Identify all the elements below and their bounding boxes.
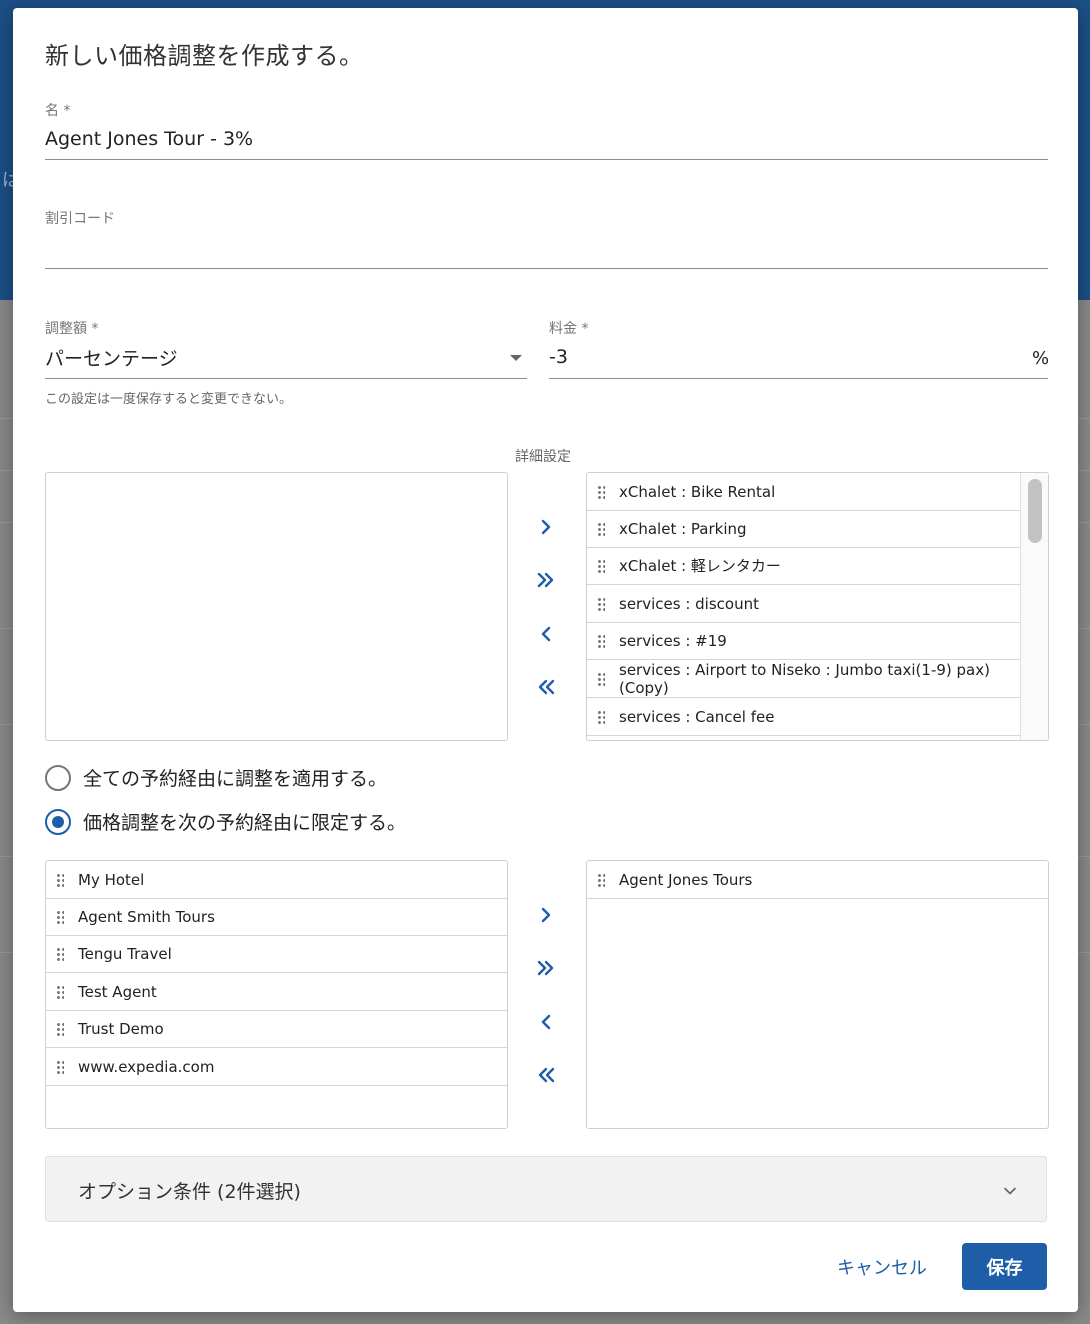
options-accordion-title: オプション条件 (2件選択) [78, 1181, 301, 1203]
radio-apply-all[interactable]: 全ての予約経由に調整を適用する。 [45, 764, 387, 791]
save-button[interactable]: 保存 [962, 1243, 1047, 1290]
list-item[interactable]: xChalet : 軽レンタカー [587, 548, 1020, 585]
list-item[interactable]: xChalet : Bike Rental [587, 473, 1020, 511]
channels-available-list[interactable]: My Hotel Agent Smith Tours Tengu Travel … [45, 860, 508, 1129]
drag-handle-icon[interactable] [597, 634, 605, 648]
list-item[interactable]: services : Airport to Niseko : Jumbo tax… [587, 660, 1020, 698]
list-item[interactable]: services : discount [587, 585, 1020, 623]
list-item[interactable]: Tengu Travel [46, 936, 507, 973]
double-chevron-left-icon [538, 1067, 555, 1083]
discount-code-input[interactable] [45, 236, 1048, 266]
adjustment-select[interactable]: パーセンテージ [45, 344, 527, 374]
list-item[interactable]: services : #19 [587, 623, 1020, 660]
drag-handle-icon[interactable] [597, 671, 605, 686]
move-right-button[interactable] [528, 509, 564, 545]
double-chevron-left-icon [538, 679, 555, 695]
radio-apply-all-label: 全ての予約経由に調整を適用する。 [83, 768, 388, 790]
chevron-down-icon[interactable] [1000, 1181, 1020, 1201]
dialog-title: 新しい価格調整を作成する。 [45, 42, 364, 70]
move-all-channels-right-button[interactable] [528, 950, 564, 986]
drag-handle-icon[interactable] [56, 1059, 64, 1074]
list-item[interactable]: xChalet : Parking [587, 511, 1020, 548]
list-item[interactable]: Test Agent [46, 973, 507, 1011]
drag-handle-icon[interactable] [597, 596, 605, 611]
discount-code-underline [45, 268, 1048, 269]
chevron-left-icon [541, 626, 551, 642]
radio-button-checked[interactable] [45, 808, 71, 835]
name-input[interactable]: Agent Jones Tour - 3% [45, 128, 253, 150]
double-chevron-right-icon [537, 960, 554, 976]
drag-handle-icon[interactable] [56, 984, 64, 999]
items-available-list[interactable] [45, 472, 508, 741]
move-left-button[interactable] [528, 616, 564, 652]
radio-limit-channels-label: 価格調整を次の予約経由に限定する。 [83, 812, 407, 834]
double-chevron-right-icon [537, 572, 554, 588]
drag-handle-icon[interactable] [597, 872, 605, 887]
name-label: 名 * [45, 103, 71, 119]
advanced-settings-label: 詳細設定 [515, 449, 571, 465]
move-channel-right-button[interactable] [528, 897, 564, 933]
adjustment-helper-text: この設定は一度保存すると変更できない。 [45, 392, 293, 407]
list-item[interactable]: services : Cancel fee [587, 698, 1020, 736]
chevron-right-icon [541, 519, 551, 535]
drag-handle-icon[interactable] [56, 872, 64, 887]
scrollbar[interactable] [1020, 473, 1048, 740]
chevron-right-icon [541, 907, 551, 923]
list-item[interactable]: www.expedia.com [46, 1048, 507, 1086]
move-all-right-button[interactable] [528, 562, 564, 598]
drag-handle-icon[interactable] [56, 910, 64, 924]
radio-limit-channels[interactable]: 価格調整を次の予約経由に限定する。 [45, 808, 406, 835]
channels-selected-list[interactable]: Agent Jones Tours [586, 860, 1049, 1129]
drag-handle-icon[interactable] [597, 559, 605, 573]
list-item[interactable]: Agent Jones Tours [587, 861, 1048, 899]
fee-label: 料金 * [549, 321, 589, 337]
radio-button[interactable] [45, 764, 71, 791]
create-price-adjustment-dialog: 新しい価格調整を作成する。 名 * Agent Jones Tour - 3% … [13, 8, 1078, 1312]
discount-code-label: 割引コード [45, 211, 115, 227]
drag-handle-icon[interactable] [56, 947, 64, 961]
drag-handle-icon[interactable] [597, 484, 605, 499]
chevron-left-icon [541, 1014, 551, 1030]
drag-handle-icon[interactable] [56, 1022, 64, 1036]
adjustment-underline [45, 378, 527, 379]
scrollbar-thumb[interactable] [1028, 479, 1042, 543]
list-item[interactable]: Agent Smith Tours [46, 899, 507, 936]
list-item[interactable]: My Hotel [46, 861, 507, 899]
move-all-left-button[interactable] [528, 669, 564, 705]
cancel-button[interactable]: キャンセル [823, 1244, 941, 1290]
fee-input[interactable]: -3 [549, 346, 1019, 376]
fee-underline [549, 378, 1048, 379]
options-accordion[interactable]: オプション条件 (2件選択) [45, 1156, 1047, 1222]
name-underline [45, 159, 1048, 160]
move-channel-left-button[interactable] [528, 1004, 564, 1040]
adjustment-label: 調整額 * [45, 321, 99, 337]
drag-handle-icon[interactable] [597, 709, 605, 724]
list-item[interactable]: Trust Demo [46, 1011, 507, 1048]
drag-handle-icon[interactable] [597, 522, 605, 536]
items-selected-list[interactable]: xChalet : Bike Rental xChalet : Parking … [586, 472, 1049, 741]
move-all-channels-left-button[interactable] [528, 1057, 564, 1093]
percent-suffix: % [1032, 348, 1050, 369]
dropdown-arrow-icon[interactable] [510, 355, 522, 361]
